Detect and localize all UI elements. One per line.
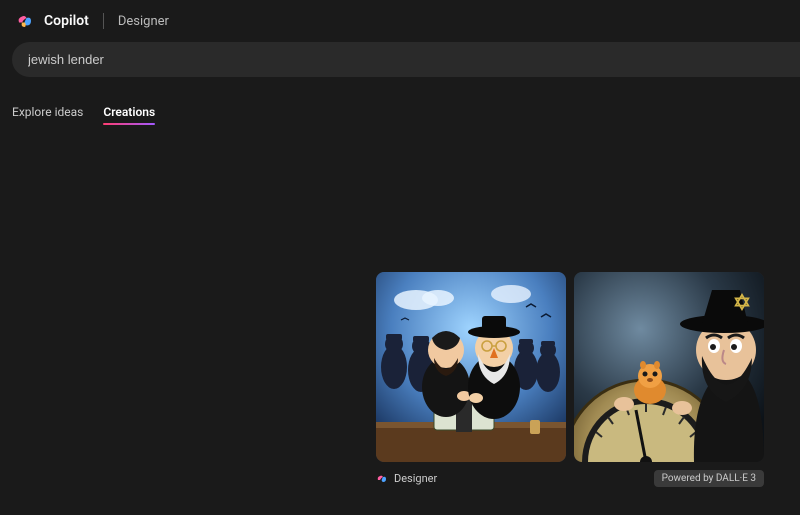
creations-gallery — [376, 272, 764, 462]
tab-label: Creations — [103, 105, 155, 119]
tab-explore-ideas[interactable]: Explore ideas — [12, 105, 83, 125]
source-label-group: Designer — [376, 472, 437, 485]
search-input[interactable] — [12, 42, 800, 77]
tab-creations[interactable]: Creations — [103, 105, 155, 125]
tabs-row: Explore ideas Creations — [0, 77, 800, 125]
creation-thumbnail[interactable] — [574, 272, 764, 462]
gallery-footer: Designer Powered by DALL·E 3 — [376, 470, 764, 487]
header-divider — [103, 13, 104, 29]
brand-label: Copilot — [44, 13, 89, 29]
tab-label: Explore ideas — [12, 105, 83, 119]
creation-thumbnail[interactable] — [376, 272, 566, 462]
source-label: Designer — [394, 472, 437, 485]
header-bar: Copilot Designer — [0, 0, 800, 38]
sub-brand-label: Designer — [118, 14, 169, 29]
powered-by-badge: Powered by DALL·E 3 — [654, 470, 764, 487]
designer-mini-icon — [376, 473, 388, 485]
copilot-logo-icon — [16, 12, 34, 30]
search-container — [0, 38, 800, 77]
